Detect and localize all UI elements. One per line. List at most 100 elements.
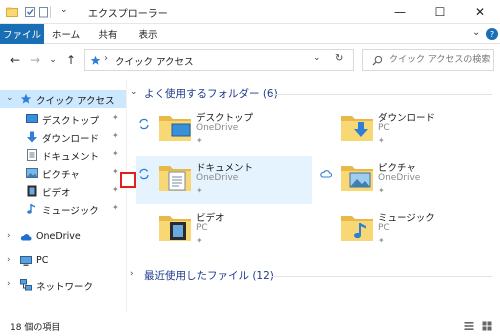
title-bar: ⌄ エクスプローラー — ☐ ✕ (0, 0, 500, 24)
recent-locations-button[interactable]: ⌄ (46, 53, 60, 67)
pin-icon: ✦ (378, 186, 385, 195)
chevron-right-icon[interactable]: › (7, 231, 11, 241)
pictures-folder-icon (341, 166, 373, 191)
chevron-right-icon[interactable]: › (130, 269, 134, 279)
forward-button[interactable]: → (28, 53, 42, 67)
sidebar-item-videos[interactable]: ビデオ ✦ (0, 182, 126, 200)
up-button[interactable]: ↑ (64, 53, 78, 67)
pin-icon: ✦ (112, 203, 119, 212)
folder-tile-downloads[interactable]: ダウンロード PC ✦ (318, 106, 494, 154)
video-icon (27, 185, 37, 197)
item-count: 18 個の項目 (10, 323, 61, 333)
ribbon-tabs: ファイル ホーム 共有 表示 ⌄ ? (0, 24, 500, 44)
folder-tile-videos[interactable]: ビデオ PC ✦ (136, 206, 312, 254)
pin-icon: ✦ (112, 149, 119, 158)
document-icon (27, 149, 37, 161)
section-divider (272, 276, 492, 277)
sidebar-item-onedrive[interactable]: › OneDrive (0, 228, 126, 246)
tab-view[interactable]: 表示 (130, 24, 166, 44)
sidebar-item-network[interactable]: › ネットワーク (0, 276, 126, 294)
status-bar: 18 個の項目 (0, 316, 500, 336)
sidebar-item-label: ピクチャ (42, 170, 80, 181)
chevron-down-icon[interactable]: ⌄ (130, 87, 138, 97)
sidebar-item-desktop[interactable]: デスクトップ ✦ (0, 110, 126, 128)
folder-location: OneDrive (196, 123, 239, 133)
sidebar-item-label: ネットワーク (36, 282, 94, 293)
search-box[interactable] (362, 49, 494, 71)
folder-location: PC (378, 123, 390, 133)
folder-location: PC (196, 223, 208, 233)
onedrive-icon (20, 234, 32, 241)
navigation-pane: ⌄ クイック アクセス デスクトップ ✦ ダウンロード ✦ ドキュメント ✦ ピ… (0, 86, 126, 310)
address-bar[interactable]: › クイック アクセス ⌄ ↻ (84, 49, 354, 71)
sidebar-item-label: OneDrive (36, 231, 81, 242)
window-title: エクスプローラー (88, 9, 168, 20)
refresh-button[interactable]: ↻ (335, 53, 343, 64)
sidebar-item-music[interactable]: ミュージック ✦ (0, 200, 126, 218)
pin-icon: ✦ (196, 236, 203, 245)
pane-divider[interactable] (126, 80, 127, 312)
sidebar-item-label: ビデオ (42, 188, 71, 199)
sidebar-item-label: PC (36, 255, 49, 266)
sidebar-item-label: デスクトップ (42, 116, 100, 127)
pin-icon: ✦ (196, 136, 203, 145)
folder-name: ドキュメント (196, 163, 254, 174)
maximize-button[interactable]: ☐ (420, 0, 460, 24)
search-input[interactable] (389, 53, 491, 67)
star-icon (90, 55, 101, 65)
tab-file[interactable]: ファイル (0, 24, 44, 44)
tab-share[interactable]: 共有 (90, 24, 126, 44)
folder-tile-desktop[interactable]: デスクトップ OneDrive ✦ (136, 106, 312, 154)
folder-location: OneDrive (196, 173, 239, 183)
star-icon (20, 93, 32, 104)
chevron-down-icon[interactable]: ⌄ (6, 93, 14, 103)
section-title: よく使用するフォルダー (6) (144, 88, 278, 100)
sidebar-item-documents[interactable]: ドキュメント ✦ (0, 146, 126, 164)
pin-icon: ✦ (196, 186, 203, 195)
toolbar-separator (50, 6, 51, 18)
tiles-view-icon[interactable] (482, 321, 492, 331)
breadcrumb-separator: › (104, 53, 108, 64)
close-button[interactable]: ✕ (460, 0, 500, 24)
music-folder-icon (341, 216, 373, 241)
sidebar-item-pictures[interactable]: ピクチャ ✦ (0, 164, 126, 182)
sidebar-item-downloads[interactable]: ダウンロード ✦ (0, 128, 126, 146)
sidebar-item-pc[interactable]: › PC (0, 252, 126, 270)
folder-app-icon[interactable] (6, 6, 18, 18)
sync-icon (139, 168, 149, 180)
folder-name: ミュージック (378, 213, 435, 224)
desktop-icon (26, 114, 38, 123)
sidebar-item-label: ミュージック (42, 206, 99, 217)
search-icon (372, 55, 383, 66)
ribbon-expand-icon[interactable]: ⌄ (472, 27, 480, 38)
folder-tile-pictures[interactable]: ピクチャ OneDrive ✦ (318, 156, 494, 204)
close-icon: ✕ (474, 5, 486, 19)
new-folder-icon[interactable] (38, 6, 50, 18)
navigation-bar: ← → ⌄ ↑ › クイック アクセス ⌄ ↻ (0, 44, 500, 76)
pin-icon: ✦ (378, 236, 385, 245)
minimize-icon: — (394, 5, 406, 19)
folder-tile-music[interactable]: ミュージック PC ✦ (318, 206, 494, 254)
address-dropdown-icon[interactable]: ⌄ (313, 53, 321, 63)
help-icon[interactable]: ? (486, 28, 498, 40)
sync-icon (139, 118, 149, 130)
sidebar-item-label: ドキュメント (42, 152, 100, 163)
breadcrumb[interactable]: クイック アクセス (115, 54, 194, 68)
properties-icon[interactable] (24, 6, 36, 18)
pin-icon: ✦ (112, 185, 119, 194)
folder-name: デスクトップ (196, 113, 254, 124)
folder-name: ビデオ (196, 213, 225, 224)
desktop-folder-icon (159, 116, 191, 141)
chevron-right-icon[interactable]: › (7, 255, 11, 265)
customize-toolbar-icon[interactable]: ⌄ (60, 5, 72, 17)
sidebar-item-quick-access[interactable]: ⌄ クイック アクセス (0, 90, 126, 108)
download-icon (27, 131, 37, 143)
back-button[interactable]: ← (8, 53, 22, 67)
details-view-icon[interactable] (464, 321, 474, 331)
chevron-right-icon[interactable]: › (7, 279, 11, 289)
minimize-button[interactable]: — (380, 0, 420, 24)
folder-tile-documents[interactable]: ドキュメント OneDrive ✦ (136, 156, 312, 204)
pin-icon: ✦ (112, 131, 119, 140)
tab-home[interactable]: ホーム (46, 24, 86, 44)
section-title: 最近使用したファイル (12) (144, 270, 274, 282)
